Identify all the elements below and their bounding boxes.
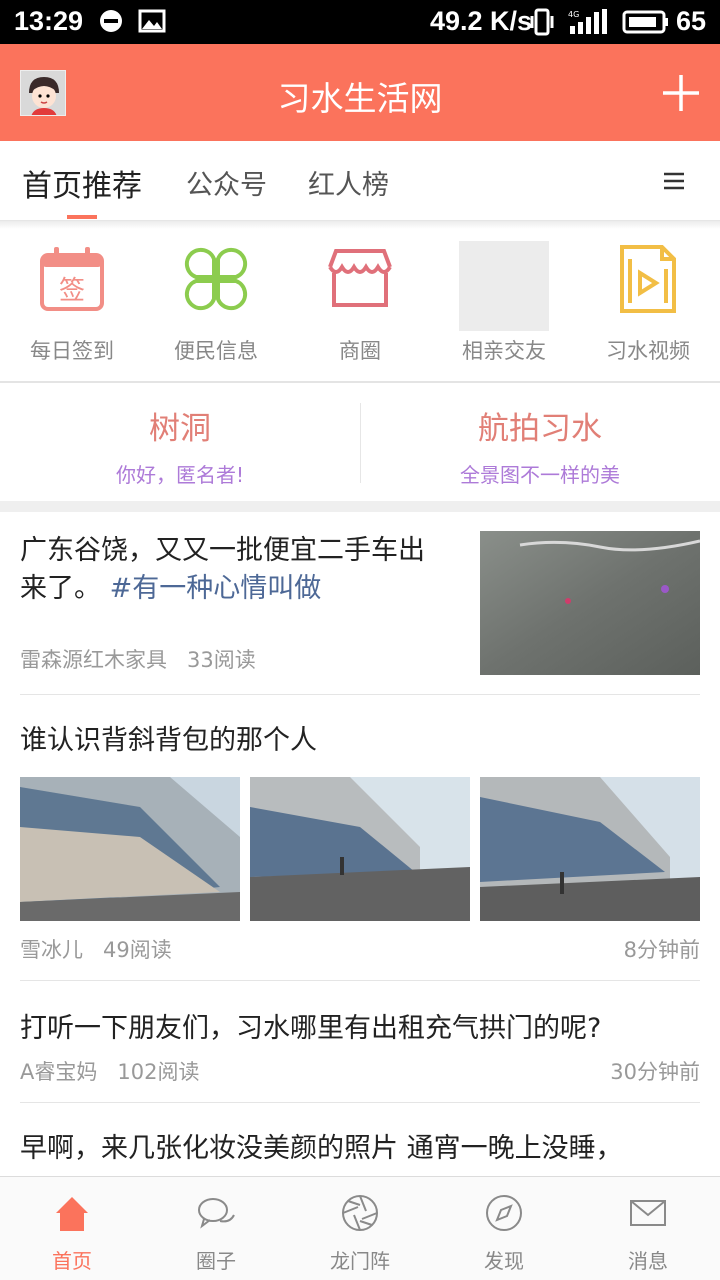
hamburger-icon[interactable] [664,171,684,191]
video-file-icon [620,245,676,313]
signal-icon: 4G [568,9,607,34]
feed-item[interactable]: 早啊，来几张化妆没美颜的照片 通宵一晚上没睡， [20,1104,700,1176]
post-image[interactable] [250,777,470,921]
sync-status-icon [100,10,122,32]
feature-aerial-photo[interactable]: 航拍习水 全景图不一样的美 [360,383,720,501]
post-thumbnail[interactable] [480,531,700,675]
quick-link-label: 商圈 [339,339,381,363]
post-author[interactable]: 雷森源红木家具 [20,648,167,672]
post-image[interactable] [480,777,700,921]
nav-label: 首页 [52,1249,92,1273]
nav-longmenzhen[interactable]: 龙门阵 [288,1177,432,1280]
post-title: 谁认识背斜背包的那个人 [20,725,317,756]
vibrate-icon [530,8,554,36]
network-speed: 49.2 K/s [430,6,533,36]
nav-label: 圈子 [196,1249,236,1273]
bottom-nav: 首页 圈子 龙门阵 发现 消息 [0,1176,720,1280]
feed-item[interactable]: 打听一下朋友们，习水哪里有出租充气拱门的呢? A睿宝妈 102阅读 30分钟前 [20,982,700,1103]
nav-discover[interactable]: 发现 [432,1177,576,1280]
post-author[interactable]: A睿宝妈 [20,1060,97,1084]
battery-icon [622,10,668,34]
image-placeholder [459,241,549,331]
nav-circle[interactable]: 圈子 [144,1177,288,1280]
gallery-status-icon [138,9,166,33]
sign-in-glyph: 签 [59,276,85,306]
post-meta: 雷森源红木家具 33阅读 [20,644,256,674]
quick-link-label: 相亲交友 [462,339,546,363]
tabs-shadow [0,221,720,229]
post-text: 广东谷饶，又又一批便宜二手车出来了。 #有一种心情叫做 [20,532,440,608]
feature-subtitle: 你好，匿名者! [115,463,245,487]
quick-link-video[interactable]: 习水视频 [576,229,720,381]
quick-link-convenience-info[interactable]: 便民信息 [144,229,288,381]
post-reads: 49阅读 [103,938,172,962]
feature-title: 航拍习水 [478,411,602,447]
app-header: 习水生活网 [0,44,720,141]
active-tab-indicator [67,215,97,219]
feature-subtitle: 全景图不一样的美 [460,463,620,487]
post-title: 早啊，来几张化妆没美颜的照片 通宵一晚上没睡， [20,1133,623,1164]
tab-influencer-ranking[interactable]: 红人榜 [308,163,389,202]
post-hashtag[interactable]: #有一种心情叫做 [110,573,322,604]
quick-link-dating[interactable]: 相亲交友 [432,229,576,381]
status-bar: 13:29 49.2 K/s 4G 65 [0,0,720,44]
post-meta: 雪冰儿 49阅读 [20,934,172,964]
nav-messages[interactable]: 消息 [576,1177,720,1280]
top-tabs: 首页推荐 公众号 红人榜 [0,141,720,221]
quick-link-label: 习水视频 [606,339,690,363]
nav-label: 龙门阵 [330,1249,390,1273]
post-title: 打听一下朋友们，习水哪里有出租充气拱门的呢? [20,1013,602,1044]
post-reads: 33阅读 [187,648,256,672]
status-time: 13:29 [14,6,84,36]
plus-icon[interactable] [660,72,702,114]
quick-link-label: 每日签到 [30,339,114,363]
home-icon [56,1197,88,1231]
post-time: 30分钟前 [610,1060,700,1084]
shop-awning-icon [328,249,392,307]
feature-title: 树洞 [149,411,211,447]
section-gap [0,501,720,512]
nav-label: 消息 [628,1249,668,1273]
envelope-icon [630,1200,666,1226]
quick-link-label: 便民信息 [174,339,258,363]
post-author[interactable]: 雪冰儿 [20,938,83,962]
aperture-icon [342,1195,378,1231]
sign-in-calendar-icon: 签 [40,247,104,311]
feed-item[interactable]: 谁认识背斜背包的那个人 雪冰儿 49阅读 8分钟前 [20,696,700,981]
quick-link-shopping[interactable]: 商圈 [288,229,432,381]
tab-official-accounts[interactable]: 公众号 [186,163,267,202]
quick-link-sign-in[interactable]: 签 每日签到 [0,229,144,381]
tab-recommend[interactable]: 首页推荐 [22,161,142,205]
battery-level: 65 [676,6,707,36]
chat-bubbles-icon [198,1198,235,1229]
feed-item[interactable]: 广东谷饶，又又一批便宜二手车出来了。 #有一种心情叫做 雷森源红木家具 33阅读 [20,512,700,695]
nav-label: 发现 [484,1249,524,1273]
post-image[interactable] [20,777,240,921]
nav-home[interactable]: 首页 [0,1177,144,1280]
post-meta: A睿宝妈 102阅读 [20,1056,200,1086]
clover-icon [184,247,248,311]
compass-icon [486,1195,522,1231]
post-reads: 102阅读 [117,1060,200,1084]
feature-tree-hole[interactable]: 树洞 你好，匿名者! [0,383,360,501]
network-type: 4G [568,10,579,19]
page-title: 习水生活网 [277,79,443,118]
quick-links: 签 每日签到 便民信息 商圈 相亲交友 习水视频 [0,229,720,381]
post-time: 8分钟前 [623,938,700,962]
